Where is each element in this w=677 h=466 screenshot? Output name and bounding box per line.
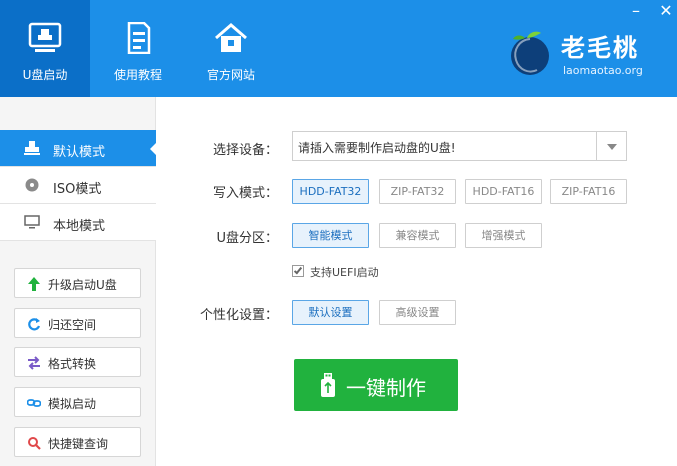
format-convert-button[interactable]: 格式转换 [14, 347, 141, 377]
simulate-boot-button[interactable]: 模拟启动 [14, 387, 141, 417]
document-icon [127, 22, 151, 54]
arrow-up-icon [28, 277, 40, 291]
write-mode-zip-fat16[interactable]: ZIP-FAT16 [550, 179, 627, 204]
upgrade-usb-button[interactable]: 升级启动U盘 [14, 268, 141, 298]
partition-label: U盘分区： [216, 231, 278, 246]
usb-drive-icon [24, 141, 40, 155]
monitor-usb-icon [28, 22, 62, 52]
make-boot-usb-button[interactable]: 一键制作 [294, 359, 458, 411]
nav-official-site[interactable]: 官方网站 [186, 0, 276, 97]
hotkey-query-button[interactable]: 快捷键查询 [14, 427, 141, 457]
search-icon [28, 437, 41, 450]
write-mode-hdd-fat32[interactable]: HDD-FAT32 [292, 179, 369, 204]
uefi-checkbox[interactable] [292, 265, 304, 277]
link-icon [27, 399, 41, 407]
disc-icon [25, 178, 39, 192]
refresh-icon [28, 318, 41, 331]
nav-label: 使用教程 [113, 68, 162, 82]
partition-enhanced[interactable]: 增强模式 [465, 223, 542, 248]
tool-label: 归还空间 [48, 318, 97, 332]
sidebar: 默认模式 ISO模式 本地模式 升级启动U盘 归还空间 格式转换 模拟启动 快捷… [0, 97, 157, 466]
checkmark-icon [293, 265, 303, 275]
make-button-label: 一键制作 [346, 376, 426, 400]
device-label: 选择设备： [212, 143, 278, 158]
mode-label: ISO模式 [53, 182, 102, 197]
brand-logo: 老毛桃 laomaotao.org [505, 26, 665, 86]
usb-stick-icon [321, 373, 335, 397]
personalize-label: 个性化设置： [199, 308, 278, 323]
tool-label: 升级启动U盘 [48, 278, 117, 292]
home-icon [215, 23, 247, 52]
active-indicator [150, 142, 157, 156]
tool-label: 快捷键查询 [48, 437, 109, 451]
chevron-down-icon [607, 144, 617, 150]
partition-compatible[interactable]: 兼容模式 [379, 223, 456, 248]
nav-label: 官方网站 [206, 68, 255, 82]
mode-label: 本地模式 [53, 219, 106, 234]
nav-tutorial[interactable]: 使用教程 [93, 0, 183, 97]
mode-default[interactable]: 默认模式 [0, 130, 157, 167]
mode-local[interactable]: 本地模式 [0, 204, 156, 241]
monitor-icon [24, 215, 40, 229]
restore-space-button[interactable]: 归还空间 [14, 308, 141, 338]
brand-site: laomaotao.org [563, 64, 643, 77]
mode-label: 默认模式 [53, 145, 106, 160]
advanced-settings-button[interactable]: 高级设置 [379, 300, 456, 325]
default-settings-button[interactable]: 默认设置 [292, 300, 369, 325]
tool-label: 格式转换 [48, 357, 97, 371]
brand-name: 老毛桃 [561, 34, 639, 62]
minimize-button[interactable]: – [626, 2, 646, 20]
peach-logo-icon [511, 31, 549, 75]
nav-usb-boot[interactable]: U盘启动 [0, 0, 90, 97]
swap-icon [28, 356, 40, 370]
write-mode-zip-fat32[interactable]: ZIP-FAT32 [379, 179, 456, 204]
device-select-dropdown[interactable] [596, 132, 626, 160]
partition-smart[interactable]: 智能模式 [292, 223, 369, 248]
mode-iso[interactable]: ISO模式 [0, 167, 156, 204]
device-select-value: 请插入需要制作启动盘的U盘! [298, 141, 456, 155]
header-bar: U盘启动 使用教程 官方网站 – ✕ 老毛桃 laomaotao.org [0, 0, 677, 97]
uefi-checkbox-label[interactable]: 支持UEFI启动 [310, 264, 379, 280]
write-mode-label: 写入模式： [212, 186, 278, 201]
device-select[interactable]: 请插入需要制作启动盘的U盘! [292, 131, 627, 161]
tool-label: 模拟启动 [48, 397, 97, 411]
write-mode-hdd-fat16[interactable]: HDD-FAT16 [465, 179, 542, 204]
nav-label: U盘启动 [22, 68, 68, 82]
close-button[interactable]: ✕ [656, 2, 676, 20]
